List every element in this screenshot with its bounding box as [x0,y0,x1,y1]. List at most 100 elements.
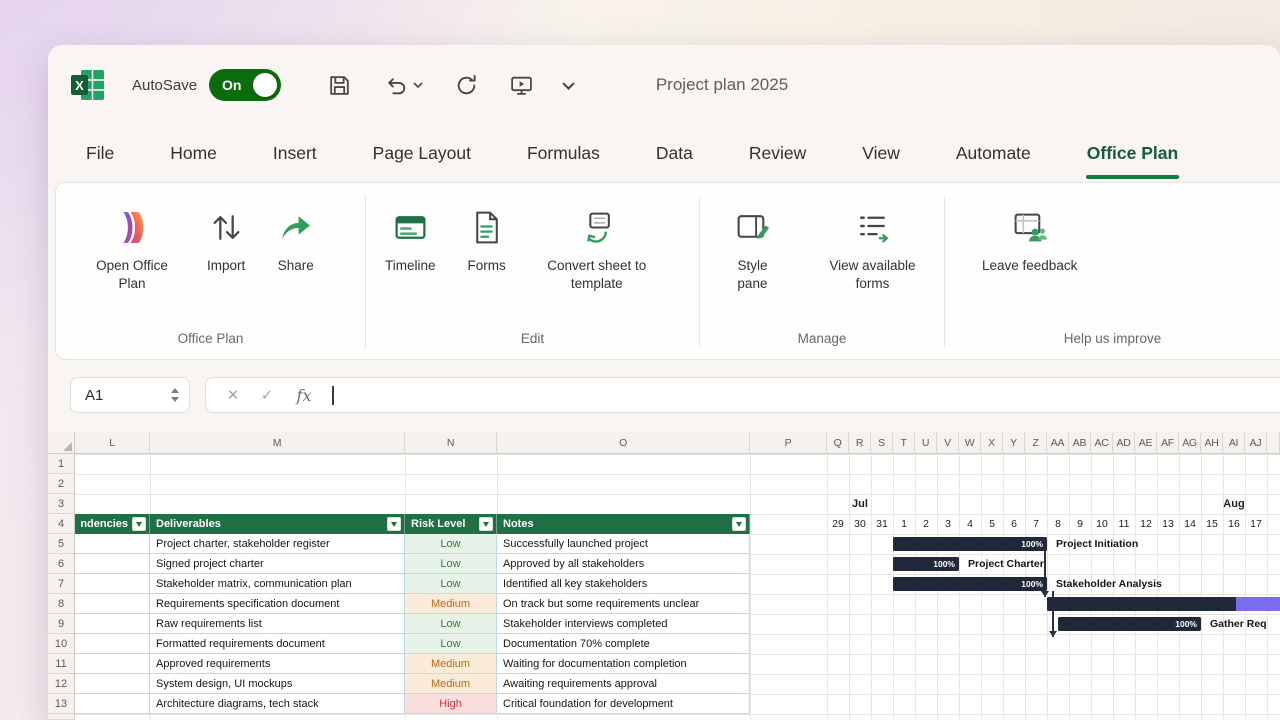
table-cell-notes[interactable]: On track but some requirements unclear [497,594,750,614]
gantt-date-29[interactable]: 29 [827,514,849,534]
column-header-L[interactable]: L [75,432,150,454]
table-cell-notes[interactable]: Documentation 70% complete [497,634,750,654]
table-cell-notes[interactable]: Stakeholder interviews completed [497,614,750,634]
tab-view[interactable]: View [860,127,902,179]
gantt-date-14[interactable]: 14 [1179,514,1201,534]
tab-review[interactable]: Review [747,127,808,179]
table-header-risk-level[interactable]: Risk Level [405,514,497,534]
table-cell-risk[interactable]: Low [405,614,497,634]
table-cell-notes[interactable]: Waiting for documentation completion [497,654,750,674]
table-cell-dependencies[interactable] [75,554,150,574]
filter-dropdown-icon[interactable] [479,517,493,531]
ribbon-button-leave-feedback[interactable]: Leave feedback [971,205,1088,275]
row-header-6[interactable]: 6 [48,554,75,574]
ribbon-button-share[interactable]: Share [266,205,325,275]
gantt-date-15[interactable]: 15 [1201,514,1223,534]
redo-icon[interactable] [454,73,479,98]
gantt-date-11[interactable]: 11 [1113,514,1135,534]
column-header-S[interactable]: S [871,432,893,454]
column-header-AJ[interactable]: AJ [1245,432,1267,454]
table-cell-deliverable[interactable]: Approved requirements [150,654,405,674]
undo-icon[interactable] [384,73,424,98]
table-cell-risk[interactable]: Low [405,574,497,594]
ribbon-button-convert-sheet-to-template[interactable]: Convert sheet to template [527,205,667,292]
table-cell-risk[interactable]: Low [405,634,497,654]
filter-dropdown-icon[interactable] [387,517,401,531]
row-header-10[interactable]: 10 [48,634,75,654]
row-header-9[interactable]: 9 [48,614,75,634]
column-header-Q[interactable]: Q [827,432,849,454]
column-header-AI[interactable]: AI [1223,432,1245,454]
row-header-4[interactable]: 4 [48,514,75,534]
table-cell-risk[interactable]: Low [405,534,497,554]
tab-automate[interactable]: Automate [954,127,1033,179]
formula-input[interactable]: ✕ ✓ fx [205,377,1280,413]
gantt-date-7[interactable]: 7 [1025,514,1047,534]
tab-formulas[interactable]: Formulas [525,127,602,179]
ribbon-button-timeline[interactable]: Timeline [374,205,447,275]
table-cell-dependencies[interactable] [75,594,150,614]
ribbon-button-style-pane[interactable]: Style pane [714,205,791,292]
column-header-AB[interactable]: AB [1069,432,1091,454]
table-cell-dependencies[interactable] [75,674,150,694]
column-header-U[interactable]: U [915,432,937,454]
table-cell-deliverable[interactable]: Raw requirements list [150,614,405,634]
gantt-date-4[interactable]: 4 [959,514,981,534]
toolbar-options-chevron-icon[interactable] [560,77,577,94]
ribbon-button-import[interactable]: Import [196,205,256,275]
gantt-date-9[interactable]: 9 [1069,514,1091,534]
gantt-date-8[interactable]: 8 [1047,514,1069,534]
table-cell-deliverable[interactable]: Signed project charter [150,554,405,574]
column-header-Z[interactable]: Z [1025,432,1047,454]
column-header-AA[interactable]: AA [1047,432,1069,454]
row-header-13[interactable]: 13 [48,694,75,714]
table-cell-deliverable[interactable]: System design, UI mockups [150,674,405,694]
column-header-AC[interactable]: AC [1091,432,1113,454]
column-header-V[interactable]: V [937,432,959,454]
table-cell-risk[interactable]: High [405,694,497,714]
column-header-P[interactable]: P [750,432,827,454]
row-header-1[interactable]: 1 [48,454,75,474]
table-cell-dependencies[interactable] [75,534,150,554]
table-cell-dependencies[interactable] [75,694,150,714]
table-cell-deliverable[interactable]: Requirements specification document [150,594,405,614]
gantt-date-6[interactable]: 6 [1003,514,1025,534]
ribbon-button-forms[interactable]: Forms [457,205,517,275]
gantt-date-2[interactable]: 2 [915,514,937,534]
row-header-3[interactable]: 3 [48,494,75,514]
column-header-M[interactable]: M [150,432,405,454]
row-header-8[interactable]: 8 [48,594,75,614]
gantt-date-30[interactable]: 30 [849,514,871,534]
column-header-AD[interactable]: AD [1113,432,1135,454]
row-header-12[interactable]: 12 [48,674,75,694]
column-header-X[interactable]: X [981,432,1003,454]
row-header-5[interactable]: 5 [48,534,75,554]
table-cell-dependencies[interactable] [75,634,150,654]
gantt-date-17[interactable]: 17 [1245,514,1267,534]
gantt-date-1[interactable]: 1 [893,514,915,534]
filter-dropdown-icon[interactable] [732,517,746,531]
save-icon[interactable] [327,73,352,98]
name-box[interactable]: A1 [70,377,190,413]
tab-data[interactable]: Data [654,127,695,179]
column-header-W[interactable]: W [959,432,981,454]
ribbon-button-open-office-plan[interactable]: Open Office Plan [78,205,186,292]
row-header-7[interactable]: 7 [48,574,75,594]
table-header-ndencies[interactable]: ndencies [75,514,150,534]
row-header-2[interactable]: 2 [48,474,75,494]
autosave-toggle[interactable]: On [209,69,281,101]
present-icon[interactable] [509,73,534,98]
name-box-stepper-icon[interactable] [171,388,179,402]
table-cell-notes[interactable]: Successfully launched project [497,534,750,554]
table-cell-deliverable[interactable]: Formatted requirements document [150,634,405,654]
tab-insert[interactable]: Insert [271,127,319,179]
table-cell-dependencies[interactable] [75,654,150,674]
table-cell-notes[interactable]: Identified all key stakeholders [497,574,750,594]
cancel-icon[interactable]: ✕ [216,386,250,404]
table-cell-notes[interactable]: Approved by all stakeholders [497,554,750,574]
table-header-notes[interactable]: Notes [497,514,750,534]
row-header-11[interactable]: 11 [48,654,75,674]
column-header-AE[interactable]: AE [1135,432,1157,454]
table-cell-notes[interactable]: Awaiting requirements approval [497,674,750,694]
tab-file[interactable]: File [84,127,116,179]
